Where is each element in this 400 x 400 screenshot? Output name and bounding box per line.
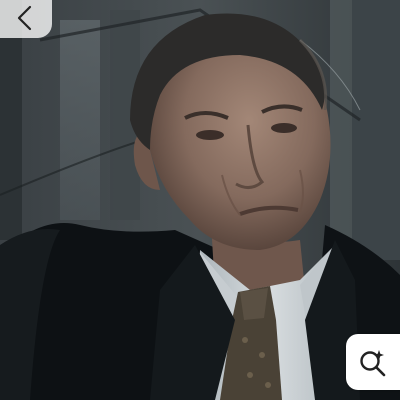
visual-search-button[interactable] [346,334,400,390]
image-viewer [0,0,400,400]
magnifier-sparkle-icon [360,350,386,377]
photo [0,0,400,400]
chevron-left-icon [17,5,32,31]
back-button[interactable] [0,0,52,38]
